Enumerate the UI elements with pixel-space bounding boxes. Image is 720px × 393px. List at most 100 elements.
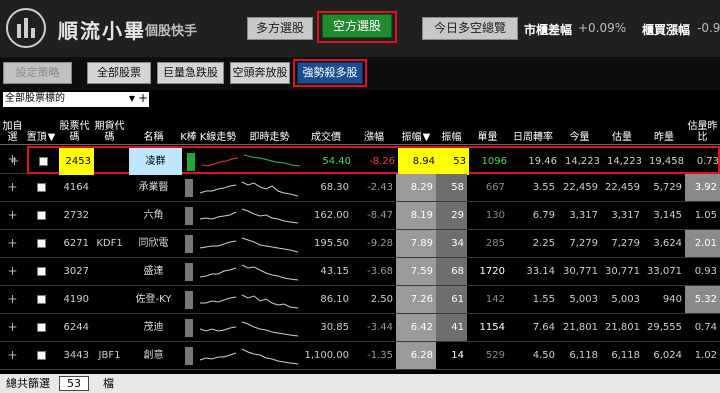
col-amplitude-2[interactable]: 振幅 [436,113,467,145]
row-graphic-cell [241,148,302,175]
price-cell: 68.30 [320,182,349,193]
turnover-cell: 3.55 [532,182,555,193]
col-est-ratio[interactable]: 估量昨比 [685,113,720,145]
stock-name: 盛達 [143,266,164,277]
table-row[interactable]: +6244 茂迪 30.85 -3.44 6.42 41 1154 7.64 21,801 21,… [0,314,720,342]
today-vol-cell: 7,279 [569,238,598,249]
pin-checkbox[interactable] [36,210,46,220]
col-future-code[interactable]: 期貨代碼 [92,113,127,145]
turnover-cell: 6.79 [532,210,555,221]
table-row[interactable]: +2453 凌群 54.40 -8.26 8.94 53 1096 19.46 14,223 14… [9,146,720,175]
col-turnover[interactable]: 日周轉率 [508,113,558,145]
top-header: 順流小畢 個股快手 多方選股 空方選股 今日多空總覽 市櫃差幅 +0.09% 櫃… [0,0,720,57]
market-rise-value: -0.9 [697,21,720,35]
row-graphic-cell [25,286,57,313]
kbar-icon [184,207,193,225]
row-graphic-cell [25,202,57,229]
set-strategy-button[interactable]: 設定策略 [3,62,72,84]
overview-button[interactable]: 今日多空總覽 [422,17,518,40]
col-yest-vol[interactable]: 昨量 [643,113,685,145]
est-vol-cell: 5,003 [611,294,640,305]
col-stock-code[interactable]: 股票代碼 [57,113,92,145]
row-graphic-cell [239,314,300,341]
turnover-cell: 2.25 [532,238,555,249]
col-add-fav[interactable]: 加自選 [0,113,25,145]
stock-name: 佐登-KY [135,294,172,305]
est-vol-cell: 6,118 [611,350,640,361]
price-cell: 54.40 [322,156,351,167]
add-icon[interactable]: + [138,91,148,105]
strong-short-highlight [293,59,367,87]
short-run-button[interactable]: 空頭奔放股 [230,62,290,84]
add-fav-icon[interactable]: + [7,292,17,306]
single-vol-cell: 529 [485,350,505,361]
add-fav-icon[interactable]: + [7,180,17,194]
future-code [94,148,129,175]
est-vol-cell: 21,801 [605,322,640,333]
today-vol-cell: 22,459 [563,182,598,193]
row-graphic-cell: + [0,230,25,257]
col-kbar[interactable]: K棒 [180,113,197,145]
col-price[interactable]: 成交價 [300,113,352,145]
future-code: JBF1 [98,350,121,361]
row-graphic-cell [197,286,239,313]
table-row[interactable]: +3027 盛達 43.15 -3.68 7.59 68 1720 33.14 30,771 30… [0,258,720,286]
row-graphic-cell [197,314,239,341]
col-realtime-trend[interactable]: 即時走勢 [239,113,300,145]
table-row[interactable]: +4190 佐登-KY 86.10 2.50 7.26 61 142 1.55 5,003 5,0… [0,286,720,314]
est-ratio-cell: 5.32 [685,286,720,313]
brand-subtitle: 個股快手 [145,24,198,39]
pin-checkbox[interactable] [36,350,46,360]
row-graphic-cell: + [0,342,25,369]
price-cell: 30.85 [320,322,349,333]
all-stocks-button[interactable]: 全部股票 [87,62,151,84]
col-amplitude[interactable]: 振幅 ▼ [396,113,436,145]
table-row[interactable]: +3443 JBF1 創意 1,100.00 -1.35 6.28 14 529 4.50 6,1… [0,342,720,370]
pin-checkbox[interactable] [38,156,48,166]
big-drop-button[interactable]: 巨量急跌股 [157,62,224,84]
market-diff-value: +0.09% [578,21,627,35]
table-row[interactable]: +4164 承業醫 68.30 -2.43 8.29 58 667 3.55 22,459 22,… [0,174,720,202]
amplitude-cell: 7.89 [396,230,436,257]
add-fav-icon[interactable]: + [7,264,17,278]
col-today-vol[interactable]: 今量 [558,113,601,145]
amplitude-cell: 8.29 [396,174,436,201]
amplitude2-cell: 58 [436,174,467,201]
table-row[interactable]: +6271 KDF1 同欣電 195.50 -9.28 7.89 34 285 2.25 7,27… [0,230,720,258]
turnover-cell: 33.14 [526,266,555,277]
add-fav-icon[interactable]: + [7,320,17,334]
table-row[interactable]: +2732 六角 162.00 -8.47 8.19 29 130 6.79 3,317 3,31… [0,202,720,230]
add-fav-icon[interactable]: + [7,236,17,250]
row-graphic-cell [197,174,239,201]
col-est-vol[interactable]: 估量 [601,113,643,145]
pin-checkbox[interactable] [36,182,46,192]
col-pin[interactable]: 置頂 ▼ [25,113,57,145]
row-graphic-cell [197,342,239,369]
add-fav-icon[interactable]: + [7,152,17,166]
single-vol-cell: 667 [485,182,505,193]
col-name[interactable]: 名稱 [127,113,180,145]
stock-code: 3443 [63,350,89,361]
col-change[interactable]: 漲幅 [352,113,396,145]
pin-checkbox[interactable] [36,294,46,304]
app-window: 順流小畢 個股快手 多方選股 空方選股 今日多空總覽 市櫃差幅 +0.09% 櫃… [0,0,720,393]
est-ratio-cell: 0.93 [694,266,717,277]
pin-checkbox[interactable] [36,266,46,276]
add-fav-icon[interactable]: + [7,208,17,222]
stock-scope-dropdown[interactable]: 全部股票標的 ▼ + [3,91,149,107]
k-trend-sparkline [199,211,237,220]
amplitude2-cell: 41 [436,314,467,341]
kbar-icon [184,179,193,197]
pin-checkbox[interactable] [36,322,46,332]
col-single-vol[interactable]: 單量 [467,113,508,145]
change-cell: -8.26 [369,156,395,167]
realtime-trend-sparkline [241,181,298,197]
amplitude-cell: 8.94 [398,148,438,175]
today-vol-cell: 30,771 [563,266,598,277]
k-trend-sparkline [199,326,237,332]
col-k-trend[interactable]: K線走勢 [197,113,239,145]
short-select-button[interactable]: 空方選股 [322,14,392,38]
pin-checkbox[interactable] [36,238,46,248]
add-fav-icon[interactable]: + [7,348,17,362]
long-select-button[interactable]: 多方選股 [247,17,313,40]
